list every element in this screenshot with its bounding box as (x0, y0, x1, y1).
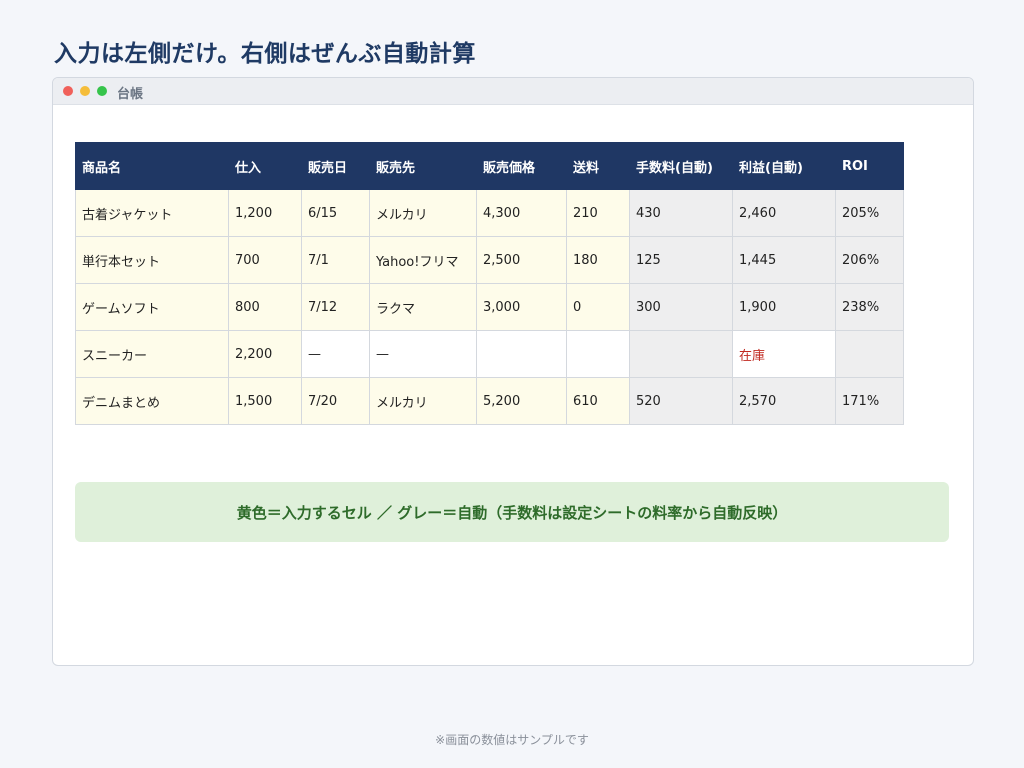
cell-sales-channel[interactable]: Yahoo!フリマ (369, 236, 477, 284)
cell-cost[interactable]: 800 (228, 283, 302, 331)
cell-sale-price[interactable]: 2,500 (476, 236, 567, 284)
cell-shipping[interactable]: 180 (566, 236, 630, 284)
cell-sales-channel[interactable]: — (369, 330, 477, 378)
column-header-shipping[interactable]: 送料 (566, 142, 630, 190)
cell-item-name[interactable]: 単行本セット (75, 236, 229, 284)
cell-cost[interactable]: 1,200 (228, 189, 302, 237)
cell-fee-auto: 520 (629, 377, 733, 425)
cell-item-name[interactable]: スニーカー (75, 330, 229, 378)
table-header-row: 商品名 仕入 販売日 販売先 販売価格 送料 手数料(自動) 利益(自動) RO… (75, 142, 904, 190)
cell-fee-auto (629, 330, 733, 378)
table-row: スニーカー 2,200 — — 在庫 (75, 330, 904, 378)
cell-item-name[interactable]: デニムまとめ (75, 377, 229, 425)
cell-sale-date[interactable]: 7/20 (301, 377, 370, 425)
column-header-sale-price[interactable]: 販売価格 (476, 142, 567, 190)
cell-profit-auto: 1,445 (732, 236, 836, 284)
ledger-table: 商品名 仕入 販売日 販売先 販売価格 送料 手数料(自動) 利益(自動) RO… (75, 142, 904, 425)
window-titlebar: 台帳 (53, 78, 973, 105)
legend-note: 黄色＝入力するセル ／ グレー＝自動（手数料は設定シートの料率から自動反映） (75, 482, 949, 542)
cell-shipping[interactable]: 0 (566, 283, 630, 331)
cell-roi: 171% (835, 377, 904, 425)
table-row: 古着ジャケット 1,200 6/15 メルカリ 4,300 210 430 2,… (75, 189, 904, 237)
cell-fee-auto: 125 (629, 236, 733, 284)
cell-profit-auto-in-stock: 在庫 (732, 330, 836, 378)
cell-sale-price[interactable]: 3,000 (476, 283, 567, 331)
cell-fee-auto: 430 (629, 189, 733, 237)
cell-profit-auto: 2,460 (732, 189, 836, 237)
cell-sale-date[interactable]: 7/12 (301, 283, 370, 331)
cell-shipping[interactable]: 210 (566, 189, 630, 237)
minimize-window-dot[interactable] (80, 86, 90, 96)
cell-sale-price[interactable]: 5,200 (476, 377, 567, 425)
cell-sales-channel[interactable]: メルカリ (369, 377, 477, 425)
column-header-fee-auto[interactable]: 手数料(自動) (629, 142, 733, 190)
maximize-window-dot[interactable] (97, 86, 107, 96)
cell-roi (835, 330, 904, 378)
cell-cost[interactable]: 1,500 (228, 377, 302, 425)
cell-sale-date[interactable]: 6/15 (301, 189, 370, 237)
window-title: 台帳 (117, 87, 144, 102)
column-header-profit-auto[interactable]: 利益(自動) (732, 142, 836, 190)
cell-cost[interactable]: 2,200 (228, 330, 302, 378)
cell-shipping[interactable]: 610 (566, 377, 630, 425)
page-title: 入力は左側だけ。右側はぜんぶ自動計算 (54, 41, 476, 67)
sample-disclaimer: ※画面の数値はサンプルです (435, 733, 589, 747)
cell-sales-channel[interactable]: ラクマ (369, 283, 477, 331)
cell-item-name[interactable]: 古着ジャケット (75, 189, 229, 237)
cell-sale-price[interactable] (476, 330, 567, 378)
cell-item-name[interactable]: ゲームソフト (75, 283, 229, 331)
cell-cost[interactable]: 700 (228, 236, 302, 284)
close-window-dot[interactable] (63, 86, 73, 96)
table-row: ゲームソフト 800 7/12 ラクマ 3,000 0 300 1,900 23… (75, 283, 904, 331)
cell-sale-price[interactable]: 4,300 (476, 189, 567, 237)
cell-shipping[interactable] (566, 330, 630, 378)
column-header-sales-channel[interactable]: 販売先 (369, 142, 477, 190)
cell-fee-auto: 300 (629, 283, 733, 331)
column-header-cost[interactable]: 仕入 (228, 142, 302, 190)
cell-sales-channel[interactable]: メルカリ (369, 189, 477, 237)
column-header-sale-date[interactable]: 販売日 (301, 142, 370, 190)
table-row: デニムまとめ 1,500 7/20 メルカリ 5,200 610 520 2,5… (75, 377, 904, 425)
column-header-roi[interactable]: ROI (835, 142, 904, 190)
column-header-item-name[interactable]: 商品名 (75, 142, 229, 190)
ledger-window: 台帳 商品名 仕入 販売日 販売先 販売価格 送料 手数料(自動) 利益(自動) (52, 77, 974, 666)
cell-profit-auto: 2,570 (732, 377, 836, 425)
cell-sale-date[interactable]: 7/1 (301, 236, 370, 284)
cell-roi: 205% (835, 189, 904, 237)
cell-roi: 238% (835, 283, 904, 331)
cell-roi: 206% (835, 236, 904, 284)
cell-sale-date[interactable]: — (301, 330, 370, 378)
table-row: 単行本セット 700 7/1 Yahoo!フリマ 2,500 180 125 1… (75, 236, 904, 284)
cell-profit-auto: 1,900 (732, 283, 836, 331)
